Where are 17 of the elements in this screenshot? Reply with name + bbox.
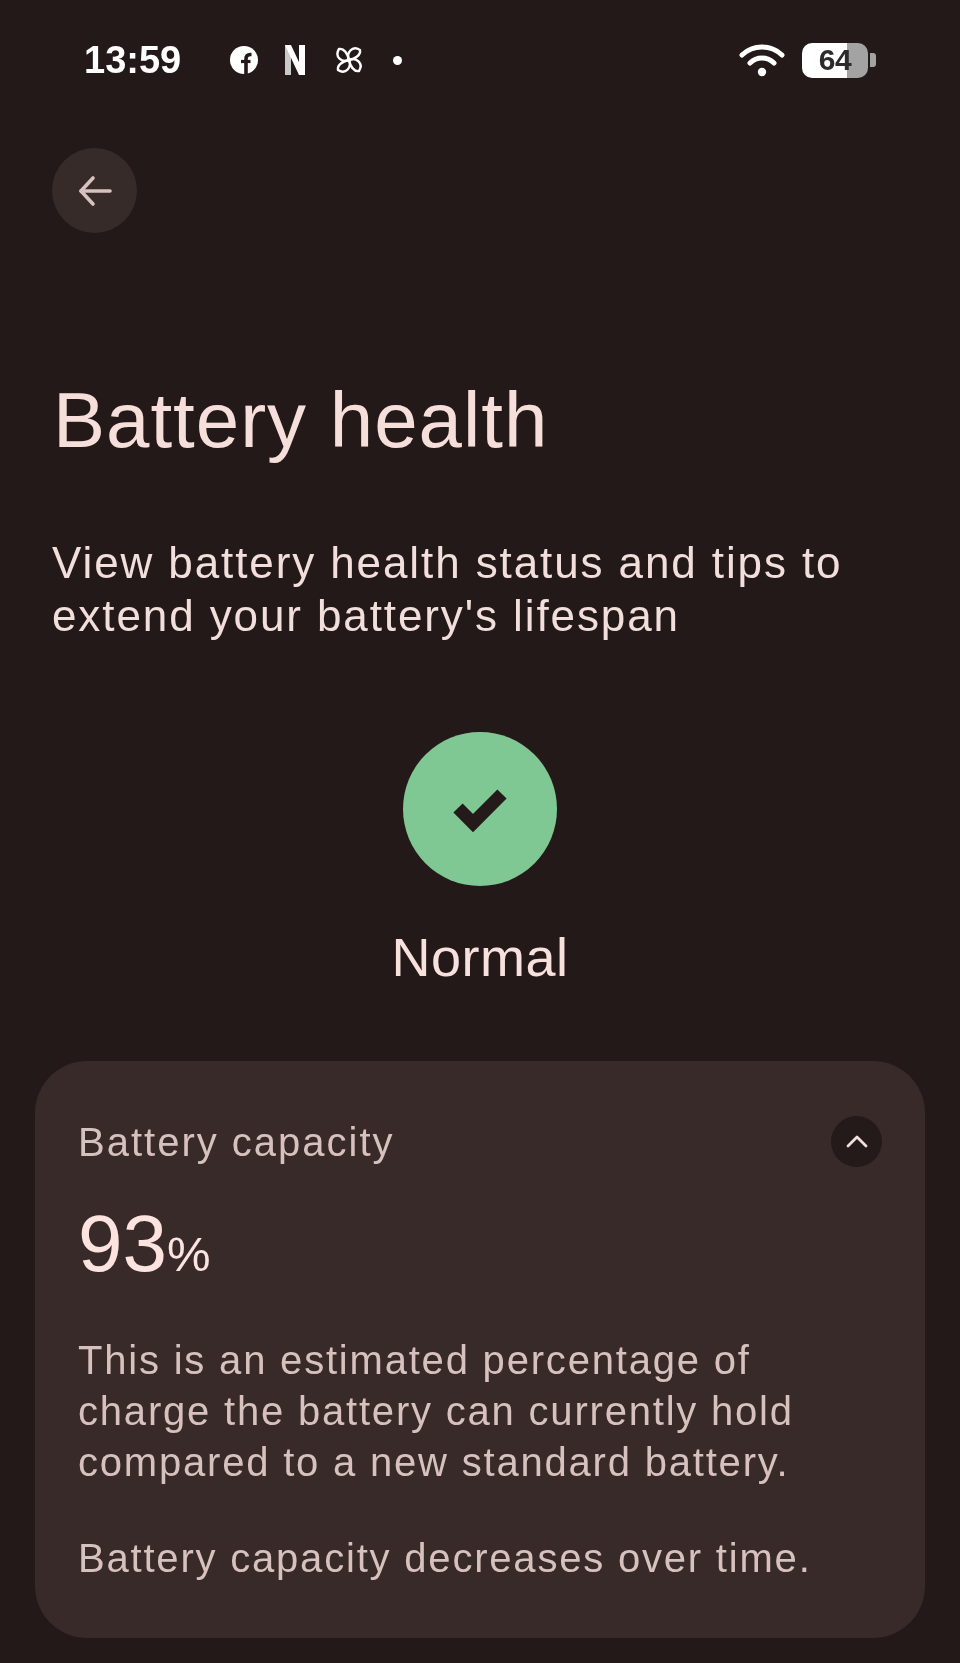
check-circle-icon bbox=[403, 732, 557, 886]
page-title: Battery health bbox=[53, 375, 550, 465]
status-time: 13:59 bbox=[84, 41, 182, 79]
capacity-description: This is an estimated percentage of charge the battery can currently hold compared to a new standard battery. bbox=[78, 1337, 795, 1486]
battery-indicator: 64 bbox=[802, 42, 868, 78]
capacity-note: Battery capacity decreases over time. bbox=[78, 1535, 813, 1582]
collapse-button[interactable] bbox=[831, 1116, 882, 1167]
health-status-label: Normal bbox=[391, 926, 569, 989]
f-circle-icon bbox=[230, 46, 259, 74]
wifi-icon bbox=[739, 43, 785, 77]
page-description: View battery health status and tips to extend your battery's lifespan bbox=[52, 537, 844, 642]
battery-tip-icon bbox=[870, 53, 876, 67]
chevron-up-icon bbox=[845, 1135, 868, 1148]
n-letter-icon bbox=[285, 45, 306, 75]
dot-icon bbox=[393, 55, 403, 65]
capacity-value: 93% bbox=[78, 1198, 212, 1290]
card-title: Battery capacity bbox=[78, 1118, 395, 1166]
